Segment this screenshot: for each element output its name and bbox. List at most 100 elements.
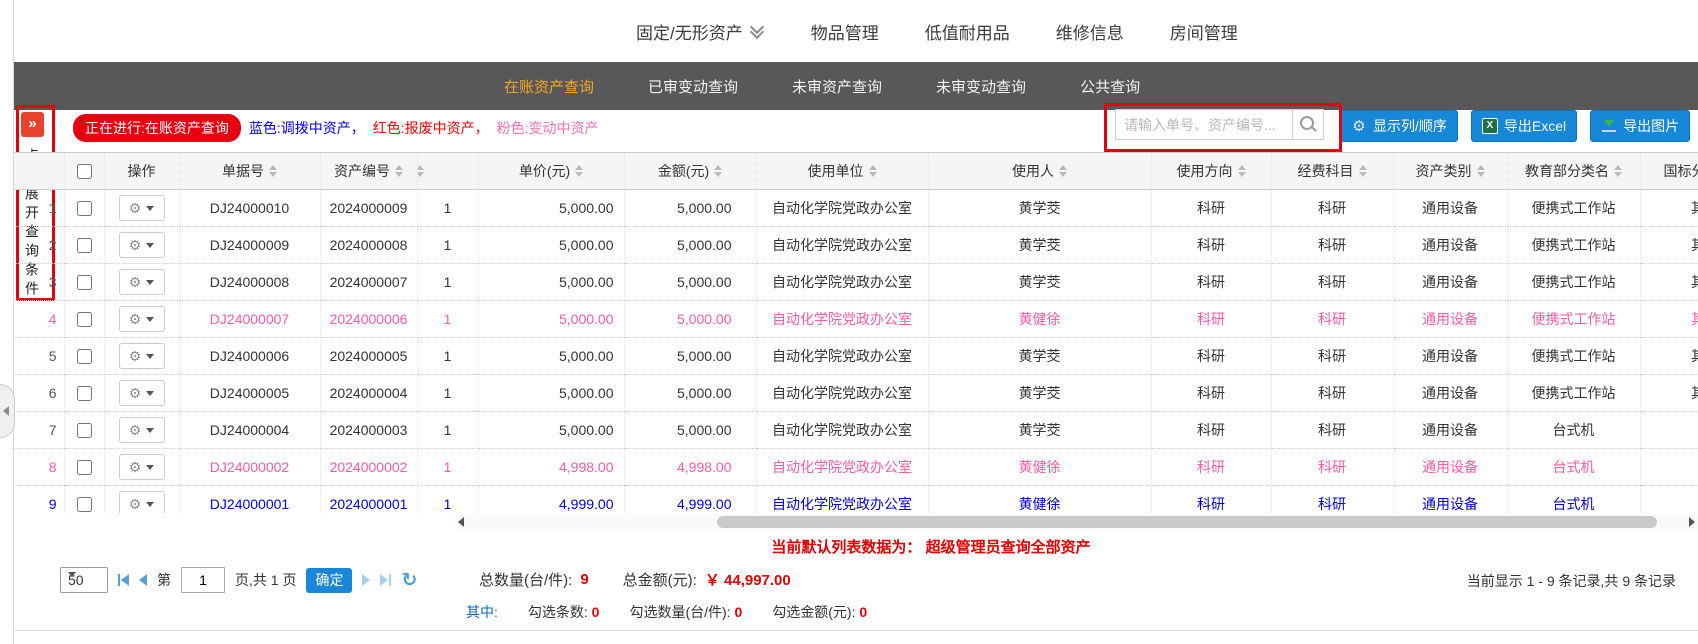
- column-header[interactable]: 资产编号: [320, 153, 417, 190]
- sub-nav-tab[interactable]: 未审变动查询: [936, 76, 1026, 97]
- next-page-button[interactable]: [362, 574, 370, 586]
- row-index: 4: [14, 301, 64, 338]
- confirm-page-button[interactable]: 确定: [306, 568, 352, 593]
- unit-price-cell: 5,000.00: [478, 301, 624, 338]
- row-actions-button[interactable]: ⚙: [119, 195, 165, 221]
- user-cell: 黄学茭: [928, 227, 1151, 264]
- row-checkbox[interactable]: [77, 423, 92, 438]
- column-header[interactable]: 金额(元): [624, 153, 756, 190]
- row-index: 6: [14, 375, 64, 412]
- row-index: 3: [14, 264, 64, 301]
- prev-page-button[interactable]: [139, 574, 147, 586]
- first-page-button[interactable]: [118, 574, 129, 586]
- row-checkbox[interactable]: [77, 497, 92, 512]
- edu-category-cell: 便携式工作站: [1507, 190, 1640, 227]
- row-actions-button[interactable]: ⚙: [119, 232, 165, 258]
- amount-cell: 5,000.00: [624, 412, 756, 449]
- records-info: 当前显示 1 - 9 条记录,共 9 条记录: [1467, 571, 1676, 591]
- caret-down-icon: [146, 280, 154, 285]
- unit-price-cell: 5,000.00: [478, 338, 624, 375]
- column-header[interactable]: 单价(元): [478, 153, 624, 190]
- row-checkbox[interactable]: [77, 460, 92, 475]
- top-nav-item[interactable]: 固定/无形资产: [636, 19, 765, 44]
- row-actions-button[interactable]: ⚙: [119, 380, 165, 406]
- gear-icon: ⚙: [129, 312, 142, 326]
- row-actions-button[interactable]: ⚙: [119, 417, 165, 443]
- row-index: 5: [14, 338, 64, 375]
- user-cell: 黄健徐: [928, 449, 1151, 486]
- totals-summary: 总数量(台/件): 9 总金额(元): ￥ 44,997.00: [479, 569, 791, 590]
- search-input[interactable]: [1115, 109, 1293, 140]
- last-page-button[interactable]: [380, 574, 391, 586]
- row-actions-cell: ⚙: [104, 264, 179, 301]
- column-header[interactable]: 使用方向: [1151, 153, 1271, 190]
- funding-subject-cell: 科研: [1271, 301, 1393, 338]
- horizontal-scrollbar[interactable]: [455, 514, 1698, 530]
- row-actions-button[interactable]: ⚙: [119, 454, 165, 480]
- column-header[interactable]: 国标分类名: [1640, 153, 1698, 190]
- column-header[interactable]: 使用单位: [756, 153, 928, 190]
- row-actions-button[interactable]: ⚙: [119, 306, 165, 332]
- scrollbar-thumb[interactable]: [717, 516, 1657, 528]
- sub-nav-tab[interactable]: 未审资产查询: [792, 76, 882, 97]
- table-row: 7⚙DJ24000004202400000315,000.005,000.00自…: [14, 412, 1698, 449]
- row-actions-button[interactable]: ⚙: [119, 491, 165, 513]
- quantity-cell: 1: [417, 227, 478, 264]
- row-checkbox[interactable]: [77, 349, 92, 364]
- sub-nav-tab[interactable]: 公共查询: [1080, 76, 1140, 97]
- amount-cell: 5,000.00: [624, 375, 756, 412]
- sub-nav-tab[interactable]: 在账资产查询: [504, 76, 594, 97]
- column-header: 操作: [104, 153, 179, 190]
- unit-price-cell: 5,000.00: [478, 375, 624, 412]
- sort-icon: [269, 165, 277, 177]
- column-header[interactable]: 使用人: [928, 153, 1151, 190]
- page-suffix-label: 页,共 1 页: [235, 570, 296, 590]
- top-nav-item[interactable]: 房间管理: [1170, 19, 1238, 44]
- refresh-icon[interactable]: ↻: [401, 571, 417, 590]
- using-unit-cell: 自动化学院党政办公室: [756, 486, 928, 514]
- row-checkbox[interactable]: [77, 238, 92, 253]
- sort-icon: [1059, 165, 1067, 177]
- column-header[interactable]: 资产类别: [1393, 153, 1507, 190]
- top-nav-item[interactable]: 低值耐用品: [925, 19, 1010, 44]
- export-image-button[interactable]: 导出图片: [1590, 110, 1690, 142]
- table-row: 1⚙DJ24000010202400000915,000.005,000.00自…: [14, 190, 1698, 227]
- row-checkbox[interactable]: [77, 201, 92, 216]
- search-button[interactable]: [1293, 109, 1324, 140]
- quantity-cell: 1: [417, 375, 478, 412]
- row-actions-button[interactable]: ⚙: [119, 269, 165, 295]
- gear-icon: ⚙: [129, 460, 142, 474]
- checked-qty-value: 0: [734, 604, 742, 620]
- user-cell: 黄学茭: [928, 412, 1151, 449]
- user-cell: 黄健徐: [928, 301, 1151, 338]
- row-actions-button[interactable]: ⚙: [119, 343, 165, 369]
- funding-subject-cell: 科研: [1271, 412, 1393, 449]
- scroll-left-arrow-icon[interactable]: [458, 517, 464, 527]
- gear-icon: ⚙: [129, 275, 142, 289]
- row-actions-cell: ⚙: [104, 338, 179, 375]
- amount-cell: 5,000.00: [624, 301, 756, 338]
- export-excel-button[interactable]: 导出Excel: [1471, 110, 1577, 142]
- page-number-input[interactable]: [181, 567, 225, 593]
- column-header[interactable]: 数量(台/件): [417, 153, 478, 190]
- top-nav-item[interactable]: 物品管理: [811, 19, 879, 44]
- row-checkbox[interactable]: [77, 312, 92, 327]
- select-all-checkbox[interactable]: [77, 164, 92, 179]
- sub-nav-tab[interactable]: 已审变动查询: [648, 76, 738, 97]
- collapse-panel-handle[interactable]: [0, 384, 15, 438]
- show-columns-button[interactable]: 显示列/顺序: [1340, 110, 1458, 142]
- column-header[interactable]: 教育部分类名: [1507, 153, 1640, 190]
- status-legend-item: 粉色:变动中资产: [497, 118, 599, 138]
- column-header[interactable]: 单据号: [179, 153, 320, 190]
- top-nav-item[interactable]: 维修信息: [1056, 19, 1124, 44]
- column-header[interactable]: 经费科目: [1271, 153, 1393, 190]
- scroll-right-arrow-icon[interactable]: [1689, 517, 1695, 527]
- row-actions-cell: ⚙: [104, 412, 179, 449]
- expand-filters-button[interactable]: »: [21, 112, 44, 137]
- quantity-cell: 1: [417, 338, 478, 375]
- row-checkbox[interactable]: [77, 275, 92, 290]
- table-row: 8⚙DJ24000002202400000214,998.004,998.00自…: [14, 449, 1698, 486]
- page-size-select[interactable]: 50: [60, 567, 108, 593]
- row-checkbox[interactable]: [77, 386, 92, 401]
- funding-subject-cell: 科研: [1271, 375, 1393, 412]
